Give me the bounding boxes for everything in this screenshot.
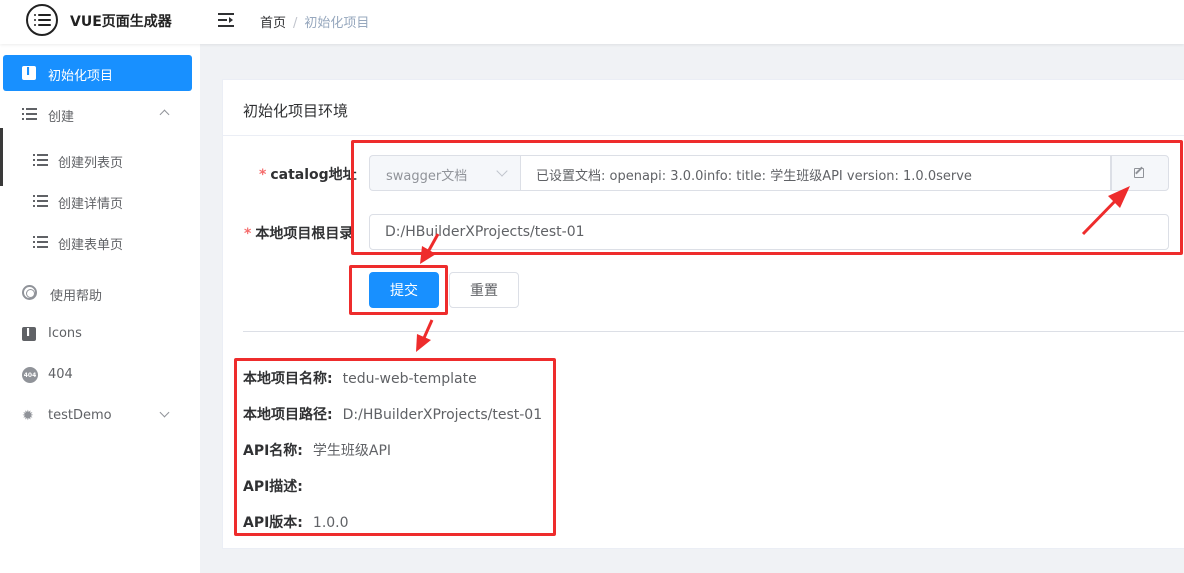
sidebar-item-label: testDemo xyxy=(48,408,112,423)
sidebar-item-init-project[interactable]: 初始化项目 xyxy=(3,55,192,91)
sidebar-item-icons[interactable]: Icons xyxy=(0,316,200,352)
sidebar-item-create-list[interactable]: 创建列表页 xyxy=(0,142,200,178)
bug-icon: ✹ xyxy=(22,408,34,424)
top-header: VUE页面生成器 首页 / 初始化项目 xyxy=(0,0,1184,44)
help-ring-icon xyxy=(22,285,38,300)
chevron-up-icon xyxy=(159,109,170,120)
section-divider xyxy=(243,331,1184,332)
404-badge-icon: 404 xyxy=(22,367,38,383)
list-icon xyxy=(33,194,49,208)
info-box-icon xyxy=(22,326,38,341)
sidebar-item-label: 创建列表页 xyxy=(58,156,124,171)
sidebar-item-404[interactable]: 404 404 xyxy=(0,357,200,393)
breadcrumb: 首页 / 初始化项目 xyxy=(260,12,369,31)
chevron-down-icon xyxy=(159,407,170,418)
sidebar-fold-icon[interactable] xyxy=(218,12,236,28)
sidebar-item-label: 404 xyxy=(48,367,73,382)
list-icon xyxy=(22,107,38,121)
dir-label: * 本地项目根目录 xyxy=(244,226,354,242)
logo-icon xyxy=(26,4,58,36)
sidebar-item-label: 使用帮助 xyxy=(50,289,103,304)
sidebar-item-create-detail[interactable]: 创建详情页 xyxy=(0,183,200,219)
info-box-icon xyxy=(22,65,38,80)
card-divider xyxy=(223,135,1184,136)
reset-button[interactable]: 重置 xyxy=(449,272,519,308)
app-title: VUE页面生成器 xyxy=(70,14,172,30)
sidebar-item-label: 创建 xyxy=(48,110,75,125)
sidebar-item-label: 创建详情页 xyxy=(58,197,124,212)
annotation-form-box xyxy=(351,140,1183,255)
breadcrumb-separator: / xyxy=(293,16,298,31)
catalog-label: * catalog地址 xyxy=(259,167,357,183)
card-title: 初始化项目环境 xyxy=(243,102,349,120)
annotation-info-box xyxy=(234,358,556,536)
sidebar-item-help[interactable]: 使用帮助 xyxy=(0,275,200,311)
list-icon xyxy=(33,153,49,167)
annotation-submit-box xyxy=(349,265,448,315)
sidebar: 初始化项目 创建 创建列表页 创建详情页 创建表单页 使用帮助 Icons 40… xyxy=(0,44,200,573)
sidebar-item-create[interactable]: 创建 xyxy=(0,96,200,132)
sidebar-item-testdemo[interactable]: ✹ testDemo xyxy=(0,398,200,434)
breadcrumb-current: 初始化项目 xyxy=(304,16,370,31)
sidebar-item-label: Icons xyxy=(48,326,82,341)
sidebar-item-label: 创建表单页 xyxy=(58,238,124,253)
list-icon xyxy=(33,235,49,249)
sidebar-item-label: 初始化项目 xyxy=(48,69,114,84)
breadcrumb-home[interactable]: 首页 xyxy=(260,16,286,31)
sidebar-item-create-form[interactable]: 创建表单页 xyxy=(0,224,200,260)
